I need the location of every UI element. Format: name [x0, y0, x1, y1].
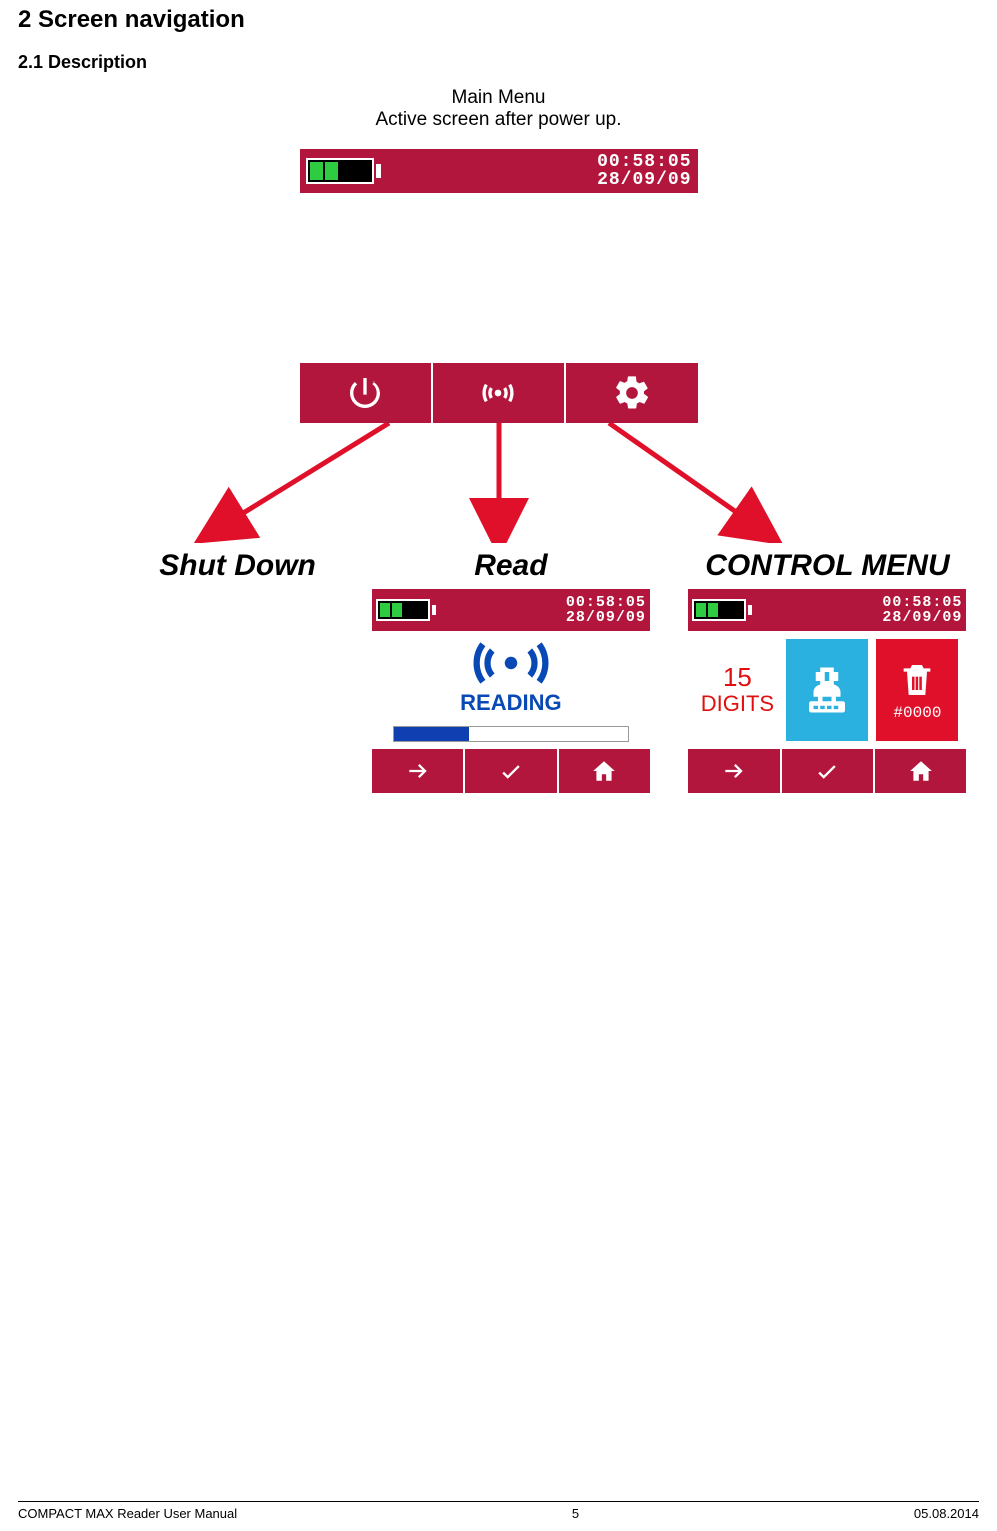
- trash-count: #0000: [893, 704, 941, 722]
- read-screen: 00:58:05 28/09/09 READING: [372, 589, 650, 793]
- diagram-arrows: [119, 423, 879, 543]
- check-icon: [814, 758, 840, 784]
- usb-setting[interactable]: [786, 639, 868, 741]
- clock-date: 28/09/09: [566, 610, 646, 625]
- trash-icon: [897, 658, 937, 702]
- control-menu-label: CONTROL MENU: [676, 549, 979, 583]
- arrow-right-icon: [721, 758, 747, 784]
- main-menu-subtitle: Active screen after power up.: [18, 109, 979, 131]
- arrow-right-icon: [405, 758, 431, 784]
- check-icon: [498, 758, 524, 784]
- shutdown-label: Shut Down: [98, 549, 316, 583]
- control-menu-button[interactable]: [564, 363, 697, 423]
- battery-icon: [376, 599, 436, 621]
- control-menu-screen: 00:58:05 28/09/09 15 DIGITS: [688, 589, 966, 793]
- clock-date: 28/09/09: [597, 171, 691, 189]
- home-button[interactable]: [557, 749, 650, 793]
- next-button[interactable]: [372, 749, 463, 793]
- clock-time: 00:58:05: [882, 595, 962, 610]
- home-icon: [908, 758, 934, 784]
- signal-icon: [466, 638, 556, 688]
- next-button[interactable]: [688, 749, 779, 793]
- main-menu-buttons: [300, 363, 698, 423]
- clock-time: 00:58:05: [597, 153, 691, 171]
- battery-icon: [306, 158, 381, 184]
- digits-setting[interactable]: 15 DIGITS: [696, 639, 778, 741]
- section-heading: 2 Screen navigation: [18, 6, 979, 34]
- progress-bar: [393, 726, 629, 742]
- ok-button[interactable]: [463, 749, 556, 793]
- clock-date: 28/09/09: [882, 610, 962, 625]
- gear-icon: [612, 373, 652, 413]
- ok-button[interactable]: [780, 749, 873, 793]
- digits-value: 15: [723, 663, 752, 692]
- signal-icon: [475, 373, 521, 413]
- footer-left: COMPACT MAX Reader User Manual: [18, 1506, 237, 1521]
- delete-setting[interactable]: #0000: [876, 639, 958, 741]
- home-icon: [591, 758, 617, 784]
- subsection-heading: 2.1 Description: [18, 52, 979, 73]
- shutdown-button[interactable]: [300, 363, 431, 423]
- usb-icon: [800, 663, 854, 717]
- main-menu-status-bar: 00:58:05 28/09/09: [300, 149, 698, 193]
- digits-label: DIGITS: [701, 691, 774, 717]
- page-footer: COMPACT MAX Reader User Manual 5 05.08.2…: [18, 1501, 979, 1521]
- footer-page: 5: [572, 1506, 579, 1521]
- battery-icon: [692, 599, 752, 621]
- power-icon: [345, 373, 385, 413]
- home-button[interactable]: [873, 749, 966, 793]
- reading-status: READING: [460, 690, 561, 716]
- read-label: Read: [372, 549, 650, 583]
- clock-time: 00:58:05: [566, 595, 646, 610]
- footer-date: 05.08.2014: [914, 1506, 979, 1521]
- main-menu-title: Main Menu: [18, 87, 979, 109]
- read-button[interactable]: [431, 363, 564, 423]
